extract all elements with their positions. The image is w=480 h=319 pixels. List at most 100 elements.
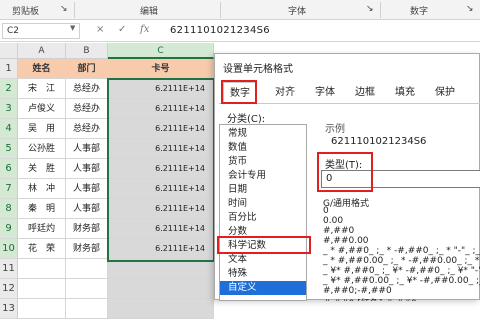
category-item[interactable]: 会计专用 <box>228 169 266 183</box>
table-cell[interactable]: 总经办 <box>66 119 108 139</box>
table-cell[interactable]: 6.2111E+14 <box>108 99 214 119</box>
category-list[interactable]: 常规 数值 货币 会计专用 日期 时间 百分比 分数 科学记数 文本 特殊 自定义 <box>219 124 307 301</box>
ribbon-group-labels: 剪贴板 ↘ 编辑 字体 ↘ 数字 ↘ <box>0 0 480 20</box>
table-cell[interactable]: 6.2111E+14 <box>108 219 214 239</box>
name-box[interactable]: C2 <box>2 23 80 39</box>
table-cell[interactable]: 财务部 <box>66 219 108 239</box>
tab-font[interactable]: 字体 <box>307 82 343 104</box>
category-item[interactable]: 货币 <box>228 155 247 169</box>
tab-alignment[interactable]: 对齐 <box>267 82 303 104</box>
format-code-item[interactable]: _ ¥* #,##0.00_ ;_ ¥* -#,##0.00_ ;_ ¥* "-… <box>323 276 480 286</box>
table-cell[interactable]: 6.2111E+14 <box>108 159 214 179</box>
format-code-item[interactable]: 0.00 <box>323 216 343 226</box>
table-cell[interactable]: 6.2111E+14 <box>108 199 214 219</box>
row-header-1[interactable]: 1 <box>0 59 18 79</box>
row-header-5[interactable]: 5 <box>0 139 18 159</box>
row-header-6[interactable]: 6 <box>0 159 18 179</box>
table-cell[interactable]: 吴 用 <box>18 119 66 139</box>
table-cell[interactable]: 6.2111E+14 <box>108 239 214 259</box>
format-code-item[interactable]: _ ¥* #,##0_ ;_ ¥* -#,##0_ ;_ ¥* "-"_ ;_ … <box>323 266 480 276</box>
format-code-item[interactable]: _ * #,##0.00_ ;_ * -#,##0.00_ ;_ * "-"??… <box>323 256 480 266</box>
cancel-icon[interactable]: × <box>96 24 104 35</box>
row-header-9[interactable]: 9 <box>0 219 18 239</box>
format-code-item[interactable]: #,##0;-#,##0 <box>323 286 392 296</box>
row-header-10[interactable]: 10 <box>0 239 18 259</box>
category-item[interactable]: 文本 <box>228 253 247 267</box>
table-cell[interactable]: 6.2111E+14 <box>108 139 214 159</box>
row-header-13[interactable]: 13 <box>0 299 18 319</box>
table-cell[interactable] <box>66 299 108 319</box>
category-item[interactable]: 时间 <box>228 197 247 211</box>
type-input[interactable]: 0 <box>321 170 480 188</box>
row-header-2[interactable]: 2 <box>0 79 18 99</box>
table-cell[interactable]: 财务部 <box>66 239 108 259</box>
tab-border[interactable]: 边框 <box>347 82 383 104</box>
category-item[interactable]: 百分比 <box>228 211 257 225</box>
tab-fill[interactable]: 填充 <box>387 82 423 104</box>
table-cell[interactable]: 总经办 <box>66 79 108 99</box>
tab-protection[interactable]: 保护 <box>427 82 463 104</box>
formula-input[interactable]: 6211101021234S6 <box>170 25 270 36</box>
enter-icon[interactable]: ✓ <box>118 24 126 35</box>
row-header-3[interactable]: 3 <box>0 99 18 119</box>
row-header-7[interactable]: 7 <box>0 179 18 199</box>
header-cell[interactable]: 卡号 <box>108 59 214 79</box>
table-cell[interactable] <box>18 259 66 279</box>
format-code-item[interactable]: G/通用格式 <box>323 196 369 209</box>
table-cell[interactable]: 6.2111E+14 <box>108 79 214 99</box>
table-cell[interactable]: 6.2111E+14 <box>108 179 214 199</box>
category-item[interactable]: 数值 <box>228 141 247 155</box>
table-cell[interactable] <box>18 299 66 319</box>
table-cell[interactable] <box>66 259 108 279</box>
ribbon-group-number: 数字 <box>410 7 429 17</box>
table-cell[interactable]: 总经办 <box>66 99 108 119</box>
name-box-dropdown-icon[interactable]: ▼ <box>70 24 75 32</box>
clipboard-launcher-icon[interactable]: ↘ <box>60 4 68 14</box>
category-item[interactable]: 分数 <box>228 225 247 239</box>
table-cell[interactable]: 6.2111E+14 <box>108 119 214 139</box>
table-cell[interactable] <box>108 279 214 299</box>
column-header-a[interactable]: A <box>18 43 66 59</box>
row-header-11[interactable]: 11 <box>0 259 18 279</box>
table-cell[interactable]: 宋 江 <box>18 79 66 99</box>
format-code-item[interactable]: _ * #,##0_ ;_ * -#,##0_ ;_ * "-"_ ;_ @_ <box>323 246 480 256</box>
number-launcher-icon[interactable]: ↘ <box>466 4 474 14</box>
category-item[interactable]: 科学记数 <box>228 239 266 253</box>
row-header-8[interactable]: 8 <box>0 199 18 219</box>
table-cell[interactable]: 人事部 <box>66 159 108 179</box>
format-code-item[interactable]: #,##0;[红色]-#,##0 <box>323 296 417 301</box>
format-code-list[interactable]: G/通用格式 0 0.00 #,##0 #,##0.00 _ * #,##0_ ;_ * … <box>321 194 480 301</box>
font-launcher-icon[interactable]: ↘ <box>366 4 374 14</box>
select-all-corner[interactable] <box>0 43 18 59</box>
category-item[interactable]: 常规 <box>228 127 247 141</box>
category-item[interactable]: 自定义 <box>220 281 306 295</box>
table-cell[interactable]: 林 冲 <box>18 179 66 199</box>
table-cell[interactable]: 公孙胜 <box>18 139 66 159</box>
table-cell[interactable]: 人事部 <box>66 199 108 219</box>
tab-number[interactable]: 数字 <box>223 82 257 104</box>
table-cell[interactable]: 人事部 <box>66 139 108 159</box>
table-cell[interactable]: 关 胜 <box>18 159 66 179</box>
table-cell[interactable]: 秦 明 <box>18 199 66 219</box>
table-cell[interactable]: 呼廷灼 <box>18 219 66 239</box>
table-cell[interactable] <box>108 299 214 319</box>
table-cell[interactable]: 卢俊义 <box>18 99 66 119</box>
column-header-b[interactable]: B <box>66 43 108 59</box>
header-cell[interactable]: 姓名 <box>18 59 66 79</box>
category-item[interactable]: 日期 <box>228 183 247 197</box>
format-code-item[interactable]: 0 <box>323 206 329 216</box>
category-item[interactable]: 特殊 <box>228 267 247 281</box>
sample-value: 6211101021234S6 <box>331 136 427 147</box>
column-header-c[interactable]: C <box>108 43 214 59</box>
format-code-item[interactable]: #,##0.00 <box>323 236 369 246</box>
header-cell[interactable]: 部门 <box>66 59 108 79</box>
insert-function-icon[interactable]: fx <box>140 24 149 35</box>
table-cell[interactable]: 人事部 <box>66 179 108 199</box>
row-header-4[interactable]: 4 <box>0 119 18 139</box>
row-header-12[interactable]: 12 <box>0 279 18 299</box>
table-cell[interactable] <box>108 259 214 279</box>
format-code-item[interactable]: #,##0 <box>323 226 354 236</box>
table-cell[interactable] <box>18 279 66 299</box>
table-cell[interactable] <box>66 279 108 299</box>
table-cell[interactable]: 花 荣 <box>18 239 66 259</box>
